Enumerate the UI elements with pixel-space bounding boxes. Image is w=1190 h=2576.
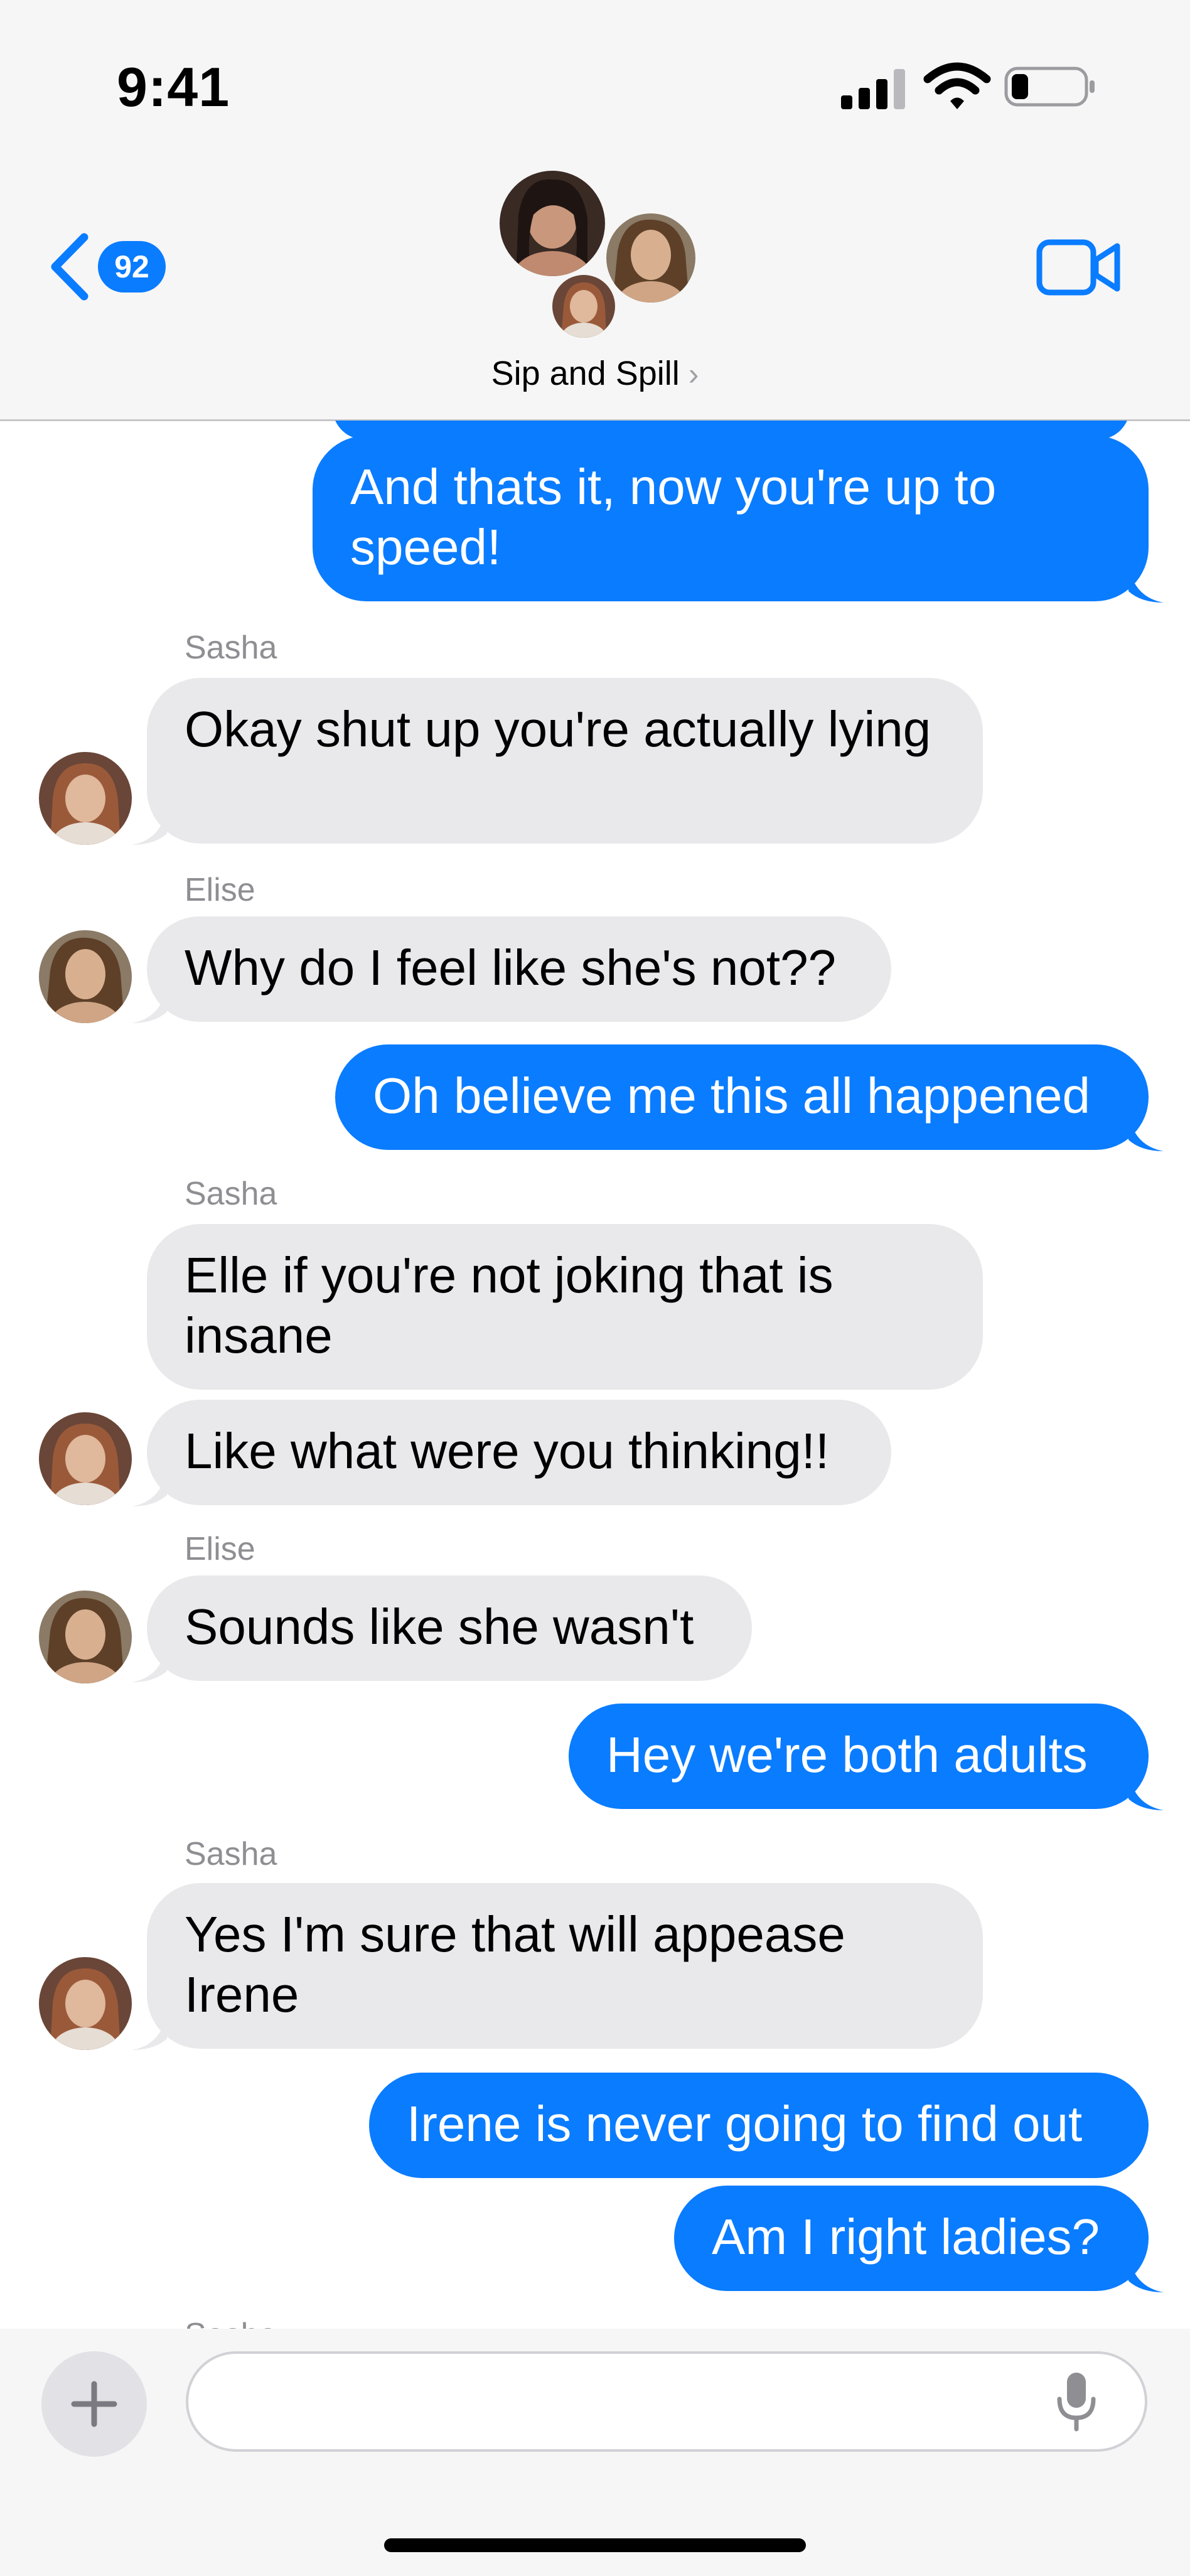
message-bubble-outgoing[interactable]: Oh believe me this all happened [335,1044,1149,1150]
back-chevron-icon[interactable] [48,232,92,301]
chevron-right-icon: › [688,357,699,392]
group-name[interactable]: Sip and Spill › [0,354,1190,393]
plus-icon [71,2381,117,2427]
message-input[interactable] [186,2351,1147,2452]
sender-name: Sasha [185,1176,277,1212]
message-bubble-outgoing[interactable]: Hey we're both adults [569,1704,1149,1809]
avatar-sasha[interactable] [39,752,132,845]
sender-name: Sasha [185,630,277,666]
status-time: 9:41 [117,56,230,118]
group-avatar-1[interactable] [500,171,605,276]
avatar-sasha[interactable] [39,1412,132,1505]
sender-name: Sasha [185,1836,277,1872]
wifi-icon [923,62,991,109]
message-bubble-incoming[interactable]: Yes I'm sure that will appease Irene [147,1883,983,2049]
home-indicator[interactable] [384,2538,806,2552]
message-bubble-incoming[interactable]: Like what were you thinking!! [147,1400,891,1505]
plus-button[interactable] [41,2351,147,2457]
sender-name: Elise [185,872,255,908]
message-bubble-incoming[interactable]: Elle if you're not joking that is insane [147,1224,983,1390]
avatar-elise[interactable] [39,1591,132,1683]
message-bubble-outgoing[interactable]: Am I right ladies? [674,2186,1149,2291]
group-avatar-2[interactable] [606,213,695,303]
group-avatar-3[interactable] [552,275,615,338]
video-camera-icon[interactable] [1036,237,1123,298]
bubble-tail [1128,1115,1164,1151]
message-bubble-incoming[interactable]: Why do I feel like she's not?? [147,916,891,1022]
bubble-tail [132,1470,167,1506]
message-bubble-outgoing[interactable]: And thats it, now you're up to speed! [313,436,1149,601]
group-name-label[interactable]: Sip and Spill [491,355,680,392]
battery-icon [1004,67,1095,107]
avatar-elise[interactable] [39,930,132,1023]
bubble-tail [132,808,167,845]
unread-count-badge[interactable]: 92 [98,241,166,292]
bubble-tail [1128,1774,1164,1810]
message-bubble-outgoing[interactable]: Irene is never going to find out [369,2073,1149,2178]
microphone-icon[interactable] [1054,2370,1098,2433]
status-bar: 9:41 [0,0,1190,163]
bubble-tail [1128,2256,1164,2292]
sender-name: Elise [185,1531,255,1567]
message-bubble-incoming[interactable]: Sounds like she wasn't [147,1575,752,1681]
message-bubble-incoming[interactable]: Okay shut up you're actually lying [147,678,983,844]
bubble-tail [132,987,167,1023]
bubble-tail [1128,566,1164,603]
signal-icon [841,69,905,109]
sender-name: Sasha [185,2316,277,2329]
message-list[interactable]: And thats it, now you're up to speed! Sa… [0,421,1190,2329]
bubble-tail [132,2014,167,2050]
avatar-sasha[interactable] [39,1957,132,2050]
bubble-tail [132,1646,167,1682]
